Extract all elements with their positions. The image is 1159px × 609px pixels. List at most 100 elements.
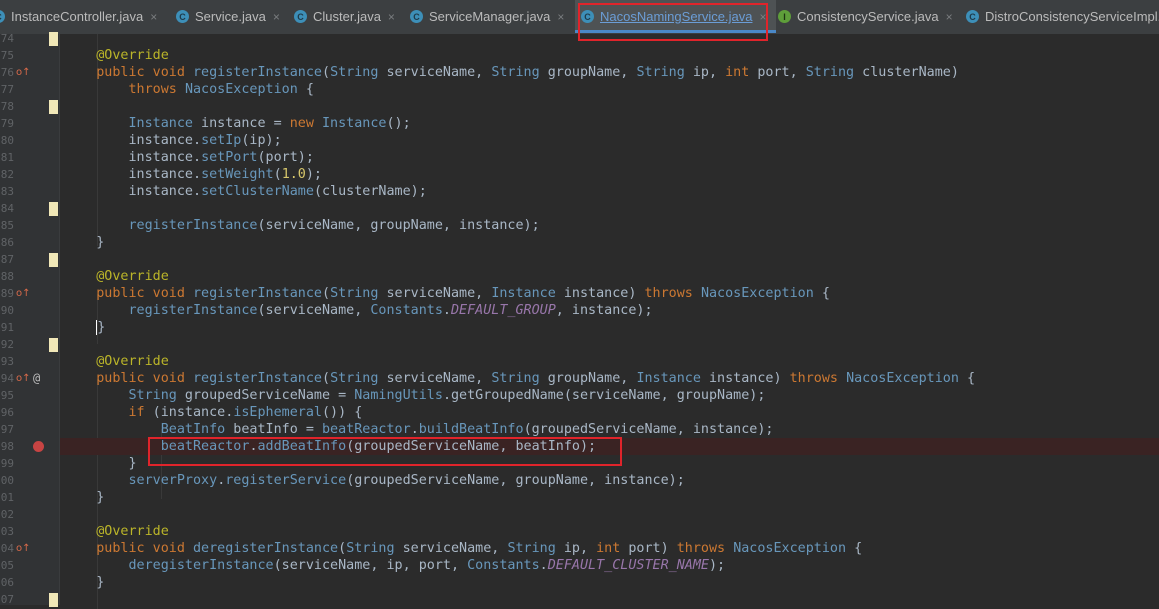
code-token: Constants [370, 303, 443, 318]
code-token: Constants [467, 558, 540, 573]
code-token: (ip); [241, 133, 282, 148]
tab-nacosnamingservice-java[interactable]: C NacosNamingService.java × [575, 0, 776, 33]
close-tab-icon[interactable]: × [759, 10, 766, 24]
code-token: @Override [64, 48, 169, 63]
change-marker [49, 32, 58, 46]
line-number: 76 [0, 66, 14, 79]
line-number: 91 [0, 321, 14, 334]
code-text: } [64, 455, 136, 472]
line-number: 06 [0, 576, 14, 589]
class-icon: C [0, 10, 5, 23]
code-line[interactable]: public void registerInstance(String serv… [60, 64, 1159, 81]
code-line[interactable] [60, 336, 1159, 353]
close-tab-icon[interactable]: × [150, 10, 157, 24]
code-token: (clusterName); [313, 184, 427, 199]
code-token: isEphemeral [233, 405, 322, 420]
code-line[interactable]: } [60, 455, 1159, 472]
code-line[interactable]: instance.setPort(port); [60, 149, 1159, 166]
annotation-marker-icon[interactable]: @ [33, 370, 45, 387]
line-number: 96 [0, 406, 14, 419]
code-line[interactable]: BeatInfo beatInfo = beatReactor.buildBea… [60, 421, 1159, 438]
code-line[interactable] [60, 200, 1159, 217]
code-token: int [725, 65, 750, 80]
code-token: String [491, 371, 540, 386]
code-token: instance) [700, 371, 790, 386]
code-line[interactable]: } [60, 234, 1159, 251]
breakpoint-icon[interactable] [33, 441, 44, 452]
code-token: , instance); [555, 303, 653, 318]
tab-distroconsistencyserviceimpl-j[interactable]: C DistroConsistencyServiceImpl.j [960, 0, 1159, 33]
code-line[interactable]: throws NacosException { [60, 81, 1159, 98]
close-tab-icon[interactable]: × [946, 10, 953, 24]
code-token: instance. [64, 184, 202, 199]
code-token: ); [708, 558, 726, 573]
code-token: (port); [257, 150, 314, 165]
code-line[interactable] [60, 30, 1159, 47]
code-line[interactable]: beatReactor.addBeatInfo(groupedServiceNa… [60, 438, 1159, 455]
implements-method-icon[interactable]: o↑ [16, 540, 31, 557]
code-line[interactable]: String groupedServiceName = NamingUtils.… [60, 387, 1159, 404]
code-line[interactable] [60, 251, 1159, 268]
code-line[interactable] [60, 591, 1159, 608]
code-line[interactable]: deregisterInstance(serviceName, ip, port… [60, 557, 1159, 574]
code-line[interactable]: registerInstance(serviceName, groupName,… [60, 217, 1159, 234]
code-token: throws [644, 286, 701, 301]
line-number: 93 [0, 355, 14, 368]
implements-method-icon[interactable]: o↑ [16, 285, 31, 302]
code-token: serviceName, [378, 65, 492, 80]
code-text: instance.setIp(ip); [64, 132, 282, 149]
tab-instancecontroller-java[interactable]: C InstanceController.java × [0, 0, 160, 33]
code-token: { [813, 286, 830, 301]
code-line[interactable]: } [60, 489, 1159, 506]
code-token: groupName, [539, 65, 637, 80]
code-line[interactable]: public void registerInstance(String serv… [60, 285, 1159, 302]
code-line[interactable]: } [60, 319, 1159, 336]
code-token: String [805, 65, 855, 80]
tab-service-java[interactable]: C Service.java × [170, 0, 292, 33]
close-tab-icon[interactable]: × [557, 10, 564, 24]
code-token: ( [338, 541, 347, 556]
implements-method-icon[interactable]: o↑ [16, 370, 31, 387]
code-token: DEFAULT_GROUP [450, 303, 556, 318]
tab-consistencyservice-java[interactable]: I ConsistencyService.java × [772, 0, 964, 33]
code-line[interactable]: @Override [60, 47, 1159, 64]
class-icon: C [410, 10, 423, 23]
line-number-gutter[interactable]: 74 75 76 o↑ 77 78 79 80 81 82 83 84 85 86 87 88 89 o↑ 90 91… [0, 32, 60, 607]
code-line[interactable]: public void registerInstance(String serv… [60, 370, 1159, 387]
code-line[interactable] [60, 98, 1159, 115]
code-line[interactable]: if (instance.isEphemeral()) { [60, 404, 1159, 421]
code-text: instance.setClusterName(clusterName); [64, 183, 427, 200]
line-number: 83 [0, 185, 14, 198]
code-token: . [539, 558, 548, 573]
code-token: addBeatInfo [257, 439, 347, 454]
line-number: 07 [0, 593, 14, 606]
code-text: @Override [64, 353, 169, 370]
code-line[interactable]: Instance instance = new Instance(); [60, 115, 1159, 132]
class-icon: C [176, 10, 189, 23]
line-number: 84 [0, 202, 14, 215]
code-token: { [297, 82, 314, 97]
code-line[interactable]: @Override [60, 523, 1159, 540]
code-line[interactable]: instance.setWeight(1.0); [60, 166, 1159, 183]
line-number: 98 [0, 440, 14, 453]
code-text: beatReactor.addBeatInfo(groupedServiceNa… [64, 438, 596, 455]
close-tab-icon[interactable]: × [388, 10, 395, 24]
tab-cluster-java[interactable]: C Cluster.java × [288, 0, 408, 33]
code-line[interactable]: } [60, 574, 1159, 591]
code-token: instance. [64, 150, 202, 165]
code-line[interactable]: @Override [60, 268, 1159, 285]
code-token: ()) { [322, 405, 363, 420]
code-line[interactable]: registerInstance(serviceName, Constants.… [60, 302, 1159, 319]
code-line[interactable]: instance.setIp(ip); [60, 132, 1159, 149]
code-token: ( [322, 65, 331, 80]
code-line[interactable]: instance.setClusterName(clusterName); [60, 183, 1159, 200]
code-editor[interactable]: @Override public void registerInstance(S… [60, 34, 1159, 609]
tab-servicemanager-java[interactable]: C ServiceManager.java × [404, 0, 579, 33]
code-line[interactable]: serverProxy.registerService(groupedServi… [60, 472, 1159, 489]
code-line[interactable]: @Override [60, 353, 1159, 370]
close-tab-icon[interactable]: × [273, 10, 280, 24]
implements-method-icon[interactable]: o↑ [16, 64, 31, 81]
code-line[interactable] [60, 506, 1159, 523]
code-line[interactable]: public void deregisterInstance(String se… [60, 540, 1159, 557]
line-number: 02 [0, 508, 14, 521]
